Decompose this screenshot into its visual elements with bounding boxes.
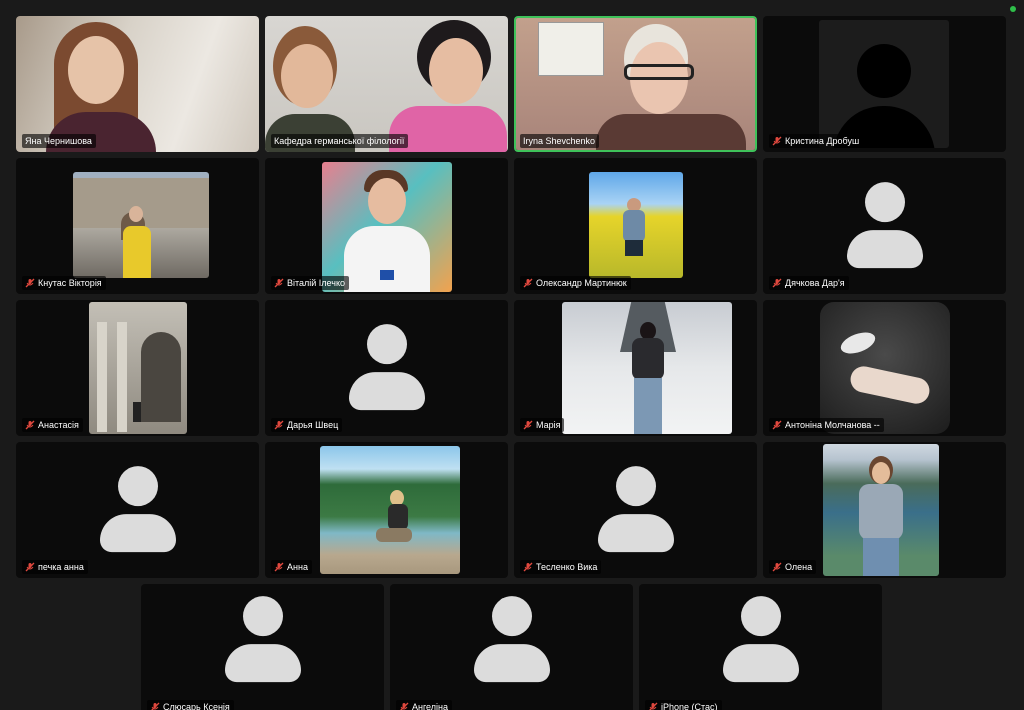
participant-photo (562, 302, 732, 434)
participant-name-label: Ангеліна (396, 700, 452, 710)
participant-tile[interactable]: Дячкова Дар'я (763, 158, 1006, 294)
participant-tile[interactable]: Дарья Швец (265, 300, 508, 436)
mic-off-icon (274, 420, 284, 430)
participant-tile[interactable]: Олександр Мартинюк (514, 158, 757, 294)
participant-name-label: Iryna Shevchenko (520, 134, 600, 148)
participant-name-label: Кристина Дробуш (769, 134, 864, 148)
participant-tile[interactable]: Тесленко Вика (514, 442, 757, 578)
mic-off-icon (772, 420, 782, 430)
mic-off-icon (772, 136, 782, 146)
participant-photo (73, 172, 209, 278)
participant-name-label: Марія (520, 418, 565, 432)
mic-off-icon (400, 702, 409, 710)
mic-off-icon (523, 278, 533, 288)
profile-silhouette (819, 20, 949, 148)
participant-name-label: Антоніна Молчанова -- (769, 418, 884, 432)
participant-video (265, 16, 508, 152)
person-avatar-icon (347, 320, 427, 412)
participant-tile-active-speaker[interactable]: Iryna Shevchenko (514, 16, 757, 152)
participant-photo (589, 172, 683, 278)
participant-tile[interactable]: Антоніна Молчанова -- (763, 300, 1006, 436)
person-avatar-icon (472, 592, 552, 684)
mic-off-icon (25, 562, 35, 572)
participant-name-label: Дячкова Дар'я (769, 276, 849, 290)
participant-tile[interactable]: iPhone (Стас) (639, 584, 882, 710)
participant-name-label: Слюсарь Ксенія (147, 700, 234, 710)
participant-tile[interactable]: Кнутас Вікторія (16, 158, 259, 294)
participant-photo (89, 302, 187, 434)
participant-name-label: Дарья Швец (271, 418, 343, 432)
mic-off-icon (274, 278, 284, 288)
participant-photo (823, 444, 939, 576)
participant-tile[interactable]: Ангеліна (390, 584, 633, 710)
participant-tile[interactable]: Яна Чернишова (16, 16, 259, 152)
participant-name-label: Кафедра германської філології (271, 134, 409, 148)
participant-name-label: Олена (769, 560, 817, 574)
participant-tile[interactable]: Кафедра германської філології (265, 16, 508, 152)
participant-name-label: Кнутас Вікторія (22, 276, 106, 290)
participant-photo (820, 302, 950, 434)
participant-photo (322, 162, 452, 292)
person-avatar-icon (98, 462, 178, 554)
mic-off-icon (772, 562, 782, 572)
participant-name-label: Яна Чернишова (22, 134, 96, 148)
participant-tile[interactable]: Анна (265, 442, 508, 578)
status-dot (1010, 6, 1016, 12)
participant-photo (320, 446, 460, 574)
mic-off-icon (25, 278, 35, 288)
mic-off-icon (274, 562, 284, 572)
person-avatar-icon (845, 178, 925, 270)
mic-off-icon (151, 702, 160, 710)
participant-tile[interactable]: Марія (514, 300, 757, 436)
participant-tile[interactable]: печка анна (16, 442, 259, 578)
participant-name-label: iPhone (Стас) (645, 700, 722, 710)
participant-tile[interactable]: Кристина Дробуш (763, 16, 1006, 152)
participant-name-label: Анастасія (22, 418, 83, 432)
participant-name-label: Олександр Мартинюк (520, 276, 631, 290)
mic-off-icon (523, 420, 533, 430)
person-avatar-icon (223, 592, 303, 684)
participant-name-label: печка анна (22, 560, 88, 574)
participant-video (516, 18, 755, 150)
participant-tile[interactable]: Слюсарь Ксенія (141, 584, 384, 710)
mic-off-icon (25, 420, 35, 430)
participant-tile[interactable]: Анастасія (16, 300, 259, 436)
mic-off-icon (772, 278, 782, 288)
person-avatar-icon (721, 592, 801, 684)
mic-off-icon (649, 702, 658, 710)
person-avatar-icon (596, 462, 676, 554)
participant-tile[interactable]: Олена (763, 442, 1006, 578)
participant-video (16, 16, 259, 152)
participant-name-label: Віталій Ілечко (271, 276, 349, 290)
participant-name-label: Анна (271, 560, 312, 574)
participant-name-label: Тесленко Вика (520, 560, 602, 574)
participant-tile[interactable]: Віталій Ілечко (265, 158, 508, 294)
mic-off-icon (523, 562, 533, 572)
